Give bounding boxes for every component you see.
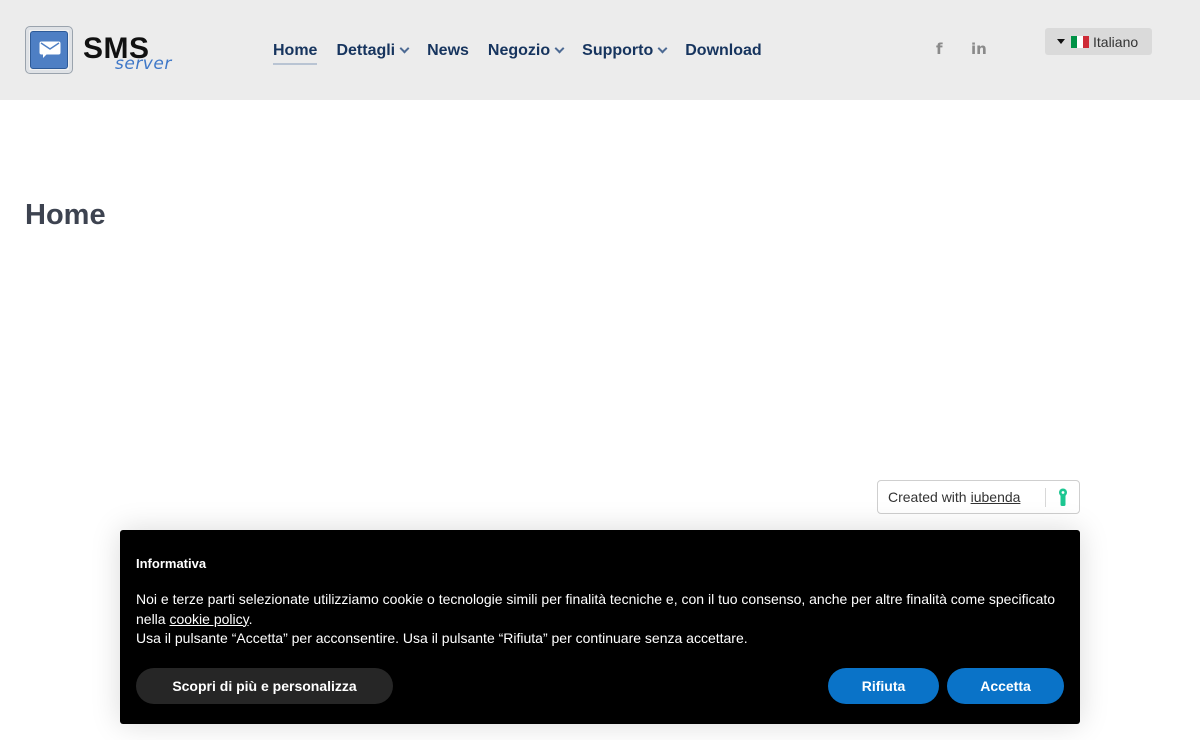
nav-item-label: Dettagli bbox=[336, 42, 396, 59]
cookie-banner-title: Informativa bbox=[136, 556, 207, 571]
nav-item-label: Negozio bbox=[487, 42, 551, 59]
logo-sub-text: server bbox=[115, 54, 172, 74]
iubenda-keyhole-icon bbox=[1058, 488, 1068, 510]
reject-button[interactable]: Rifiuta bbox=[828, 668, 939, 704]
iubenda-badge[interactable]: Created with iubenda bbox=[877, 480, 1080, 514]
learn-more-customize-button[interactable]: Scopri di più e personalizza bbox=[136, 668, 393, 704]
main-nav: Home Dettagli News Negozio Supporto Down… bbox=[273, 40, 781, 65]
linkedin-icon[interactable]: in bbox=[971, 40, 987, 58]
page-title: Home bbox=[25, 199, 106, 231]
cookie-banner: Informativa Noi e terze parti selezionat… bbox=[120, 530, 1080, 724]
nav-item-label: Supporto bbox=[582, 42, 654, 59]
iubenda-link[interactable]: iubenda bbox=[971, 489, 1021, 505]
chevron-down-icon bbox=[399, 43, 410, 54]
language-label: Italiano bbox=[1093, 33, 1139, 50]
divider bbox=[1045, 488, 1046, 507]
accept-button[interactable]: Accetta bbox=[947, 668, 1064, 704]
logo-icon bbox=[25, 26, 73, 74]
nav-item-home[interactable]: Home bbox=[273, 40, 318, 65]
nav-item-label: Download bbox=[685, 42, 762, 59]
nav-item-supporto[interactable]: Supporto bbox=[582, 40, 668, 62]
italy-flag-icon bbox=[1071, 35, 1089, 48]
cookie-text-1-end: . bbox=[248, 610, 253, 627]
nav-item-negozio[interactable]: Negozio bbox=[487, 40, 565, 62]
language-selector[interactable]: Italiano bbox=[1045, 28, 1152, 55]
caret-down-icon bbox=[1057, 39, 1065, 44]
nav-item-label: News bbox=[427, 42, 469, 59]
chevron-down-icon bbox=[554, 43, 565, 54]
nav-item-label: Home bbox=[273, 42, 318, 59]
facebook-icon[interactable]: f bbox=[936, 40, 943, 58]
cookie-text-2: Usa il pulsante “Accetta” per acconsenti… bbox=[136, 630, 748, 646]
site-header: SMS server Home Dettagli News Negozio Su… bbox=[0, 0, 1200, 100]
nav-item-news[interactable]: News bbox=[427, 40, 469, 62]
chevron-down-icon bbox=[657, 43, 668, 54]
cookie-policy-link[interactable]: cookie policy bbox=[169, 611, 248, 627]
cookie-banner-text: Noi e terze parti selezionate utilizziam… bbox=[136, 590, 1056, 649]
nav-item-download[interactable]: Download bbox=[685, 40, 761, 62]
nav-item-dettagli[interactable]: Dettagli bbox=[336, 40, 410, 62]
iubenda-prefix: Created with bbox=[888, 489, 967, 505]
cookie-text-1: Noi e terze parti selezionate utilizziam… bbox=[136, 591, 1056, 627]
site-logo[interactable]: SMS server bbox=[25, 26, 185, 76]
